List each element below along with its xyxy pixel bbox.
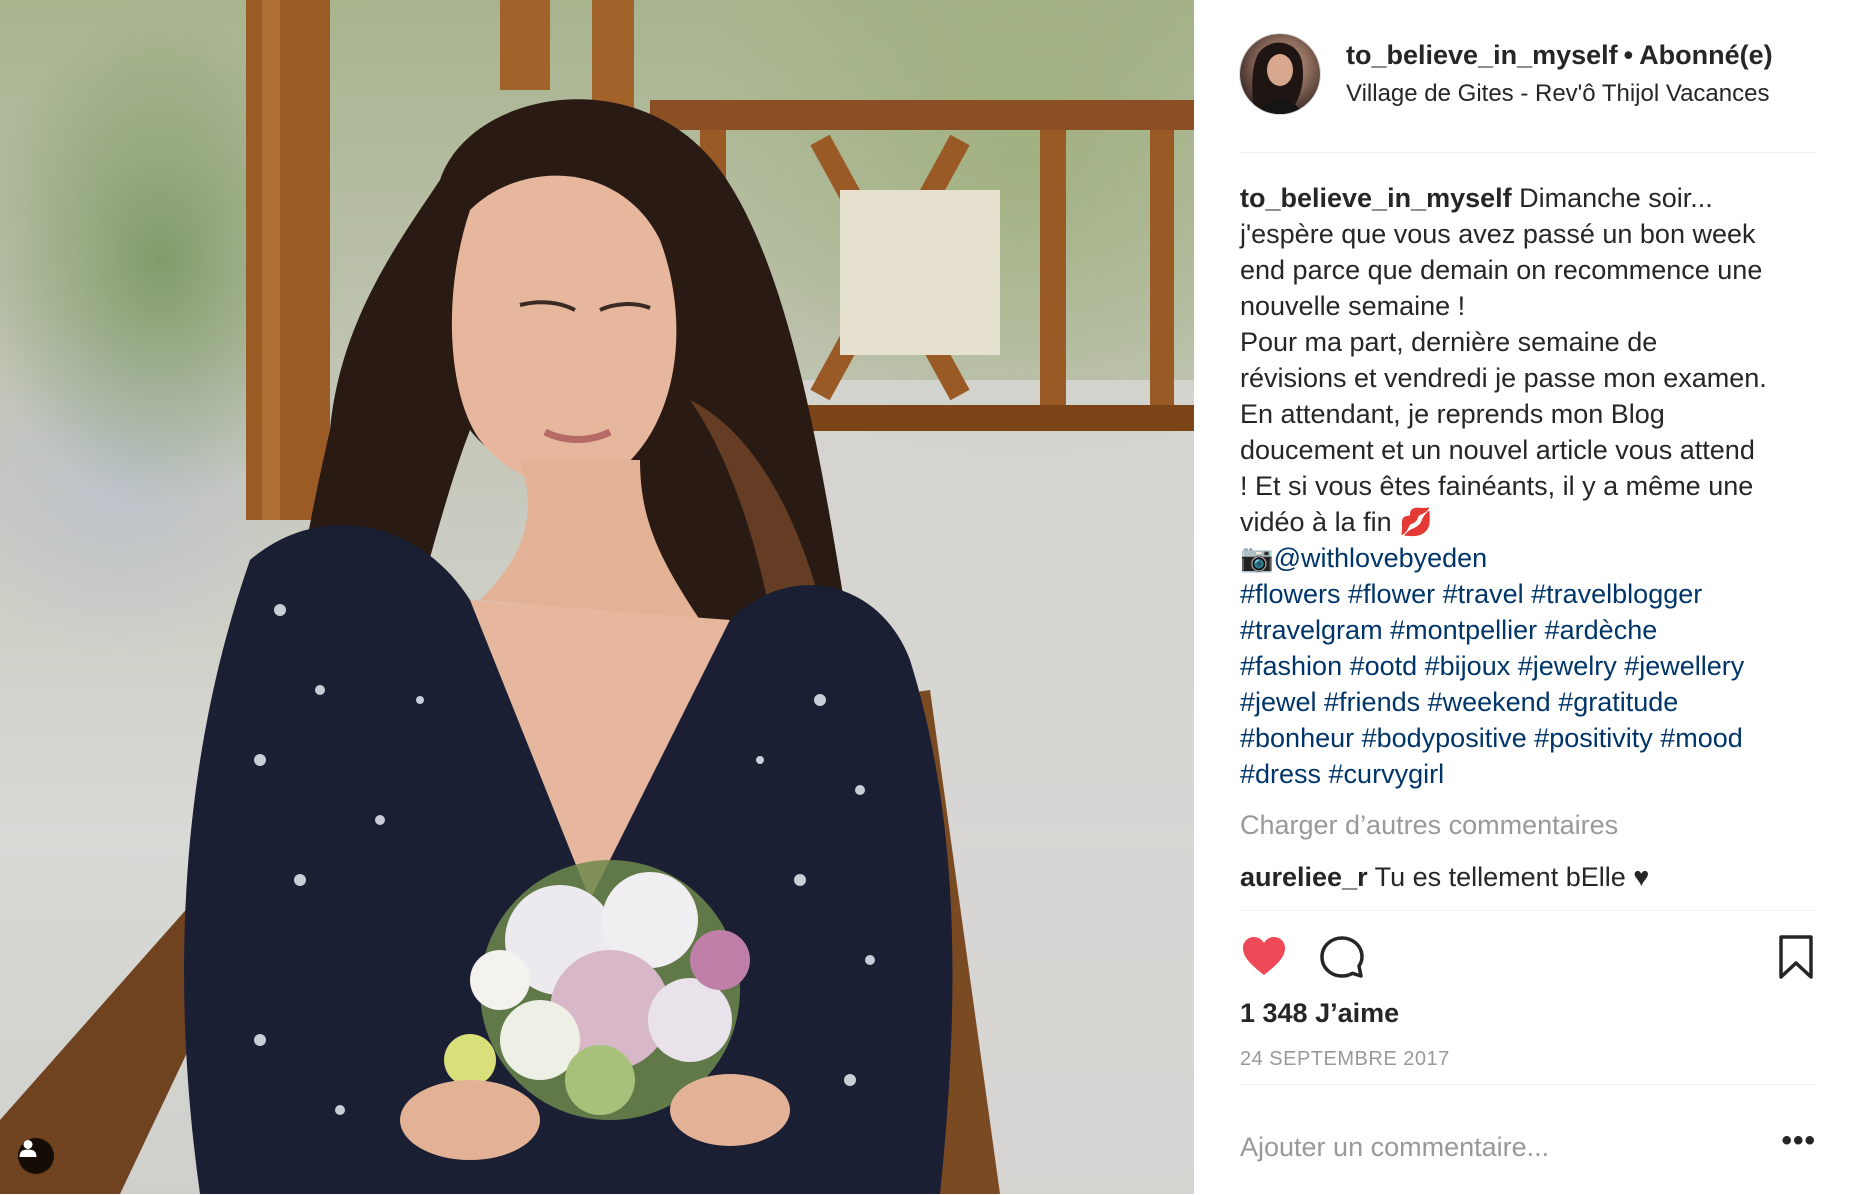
add-comment-input[interactable] xyxy=(1240,1127,1740,1167)
camera-emoji-icon: 📷 xyxy=(1240,543,1274,573)
post-side-panel: to_believe_in_myself • Abonné(e) Village d… xyxy=(1194,0,1858,1194)
heart-icon xyxy=(1243,937,1285,975)
comment-item: aureliee_r Tu es tellement bElle ♥ xyxy=(1240,862,1649,893)
hashtag-line[interactable]: #dress #curvygirl xyxy=(1240,756,1840,792)
load-more-comments-link[interactable]: Charger d’autres commentaires xyxy=(1240,810,1618,841)
comment-bubble-icon xyxy=(1320,936,1364,978)
caption-line: ! Et si vous êtes fainéants, il y a même… xyxy=(1240,471,1754,501)
hashtag-line[interactable]: #jewel #friends #weekend #gratitude xyxy=(1240,684,1840,720)
instagram-post: to_believe_in_myself • Abonné(e) Village d… xyxy=(0,0,1858,1194)
caption-line: vidéo à la fin 💋 xyxy=(1240,507,1433,537)
post-location[interactable]: Village de Gites - Rev'ô Thijol Vacances xyxy=(1346,80,1769,108)
post-photo[interactable] xyxy=(0,0,1194,1194)
caption-line: doucement et un nouvel article vous atte… xyxy=(1240,435,1755,465)
caption-line: nouvelle semaine ! xyxy=(1240,291,1466,321)
hashtag-line[interactable]: #travelgram #montpellier #ardèche xyxy=(1240,612,1840,648)
caption-line: j'espère que vous avez passé un bon week xyxy=(1240,219,1756,249)
photo-illustration xyxy=(0,0,1194,1194)
caption-username[interactable]: to_believe_in_myself xyxy=(1240,183,1512,213)
caption-line: end parce que demain on recommence une xyxy=(1240,255,1763,285)
caption-line: révisions et vendredi je passe mon exame… xyxy=(1240,363,1767,393)
tagged-people-icon[interactable] xyxy=(18,1138,54,1174)
caption-line: En attendant, je reprends mon Blog xyxy=(1240,399,1665,429)
avatar-image xyxy=(1252,42,1304,114)
add-comment-bar: ••• xyxy=(1240,1084,1816,1195)
header-username[interactable]: to_believe_in_myself xyxy=(1346,40,1618,70)
more-options-button[interactable]: ••• xyxy=(1781,1126,1816,1156)
hashtag-line[interactable]: #fashion #ootd #bijoux #jewelry #jewelle… xyxy=(1240,648,1840,684)
comment-text: Tu es tellement bElle ♥ xyxy=(1374,862,1650,892)
caption-line: to_believe_in_myself Dimanche soir... xyxy=(1240,180,1840,216)
save-button[interactable] xyxy=(1776,933,1816,981)
caption-line: 📷@withlovebyeden xyxy=(1240,540,1840,576)
comment-button[interactable] xyxy=(1318,933,1366,981)
mention-link[interactable]: @withlovebyeden xyxy=(1274,543,1488,573)
bookmark-icon xyxy=(1779,935,1813,979)
hashtag-line[interactable]: #flowers #flower #travel #travelblogger xyxy=(1240,576,1840,612)
person-icon xyxy=(19,1140,37,1157)
profile-avatar[interactable] xyxy=(1240,34,1320,114)
action-bar xyxy=(1240,910,1816,1003)
comment-username[interactable]: aureliee_r xyxy=(1240,862,1368,892)
post-header: to_believe_in_myself • Abonné(e) Village d… xyxy=(1240,34,1816,153)
header-separator: • xyxy=(1623,40,1634,70)
hashtag-line[interactable]: #bonheur #bodypositive #positivity #mood xyxy=(1240,720,1840,756)
likes-count[interactable]: 1 348 J’aime xyxy=(1240,998,1399,1029)
caption-line: Pour ma part, dernière semaine de xyxy=(1240,327,1658,357)
post-caption: to_believe_in_myself Dimanche soir... j'… xyxy=(1240,180,1840,792)
like-button[interactable] xyxy=(1240,933,1288,981)
post-date[interactable]: 24 SEPTEMBRE 2017 xyxy=(1240,1048,1450,1071)
follow-status-button[interactable]: Abonné(e) xyxy=(1639,40,1772,70)
header-title: to_believe_in_myself • Abonné(e) xyxy=(1346,40,1773,71)
caption-text: Dimanche soir... xyxy=(1519,183,1713,213)
